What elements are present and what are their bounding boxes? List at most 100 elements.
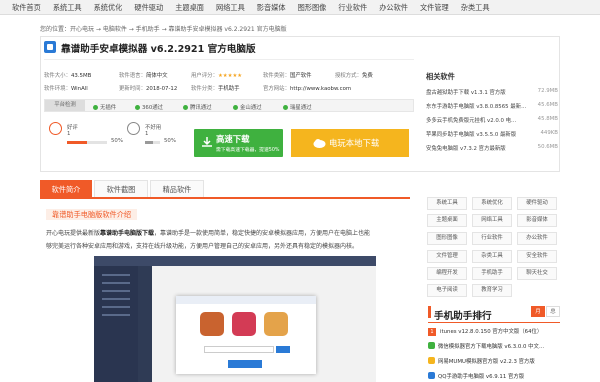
- meta-update-date: 更新时间：2018-07-12: [119, 86, 178, 92]
- app-logo-icon: [44, 41, 56, 53]
- rank-tab-month[interactable]: 月: [531, 306, 545, 317]
- intro-paragraph-line1: 开心电玩提供最新版靠谱助手电脑版下载，靠谱助手是一款使用简单，稳定快捷的安卓模拟…: [46, 230, 371, 237]
- related-item[interactable]: 多多云手机免费版元挂机 v2.0.0 电... 45.8MB: [426, 116, 558, 124]
- top-navigation: 软件首页 系统工具 系统优化 硬件驱动 主题桌面 网络工具 影音媒体 图形图像 …: [0, 0, 600, 15]
- category-item[interactable]: 主题桌面: [427, 214, 467, 227]
- check-icon: [183, 105, 188, 110]
- ranking-divider: [428, 322, 560, 323]
- tab-intro[interactable]: 软件简介: [40, 180, 92, 197]
- screenshot-search-button: [276, 346, 290, 353]
- nav-office[interactable]: 办公软件: [373, 0, 414, 14]
- game-icon: [200, 312, 224, 336]
- category-item[interactable]: 办公软件: [517, 232, 557, 245]
- check-rising: 瑞星通过: [283, 103, 312, 111]
- screenshot-titlebar: [94, 256, 376, 266]
- meta-category: 软件类别：国产软件: [263, 73, 312, 79]
- tab-featured[interactable]: 精品软件: [150, 180, 204, 197]
- intro-paragraph-line2: 够完美运行各种安卓应用和游戏，支持在线升级功能，方便用户管理自己的安卓应用，另外…: [46, 243, 359, 250]
- category-item[interactable]: 杂类工具: [472, 250, 512, 263]
- software-info-box: 靠谱助手安卓模拟器 v6.2.2921 官方电脑版 软件大小：43.5MB 软件…: [40, 36, 560, 172]
- nav-drivers[interactable]: 硬件驱动: [128, 0, 169, 14]
- game-icon: [232, 312, 256, 336]
- local-download-button[interactable]: 电玩本地下载: [291, 129, 409, 157]
- check-icon: [233, 105, 238, 110]
- good-vote-percent: 50%: [111, 138, 123, 144]
- download-icon: [202, 137, 212, 147]
- ranking-item[interactable]: 微信模拟器官方下载电脑版 v6.3.0.0 中文...: [428, 342, 560, 350]
- ranking-item[interactable]: 网易MUMU模拟器官方版 v2.2.3 官方版: [428, 357, 560, 365]
- good-vote-label: 好评: [67, 125, 78, 131]
- section-title: 靠谱助手电脑版软件介绍: [46, 209, 138, 220]
- bad-vote-fill: [145, 141, 153, 144]
- screenshot-sidebar: [94, 266, 138, 382]
- nav-system-optimize[interactable]: 系统优化: [88, 0, 129, 14]
- meta-license: 授权方式：免费: [335, 73, 373, 79]
- related-item[interactable]: 安兔兔电脑版 v7.3.2 官方最新版 50.6MB: [426, 144, 558, 152]
- tab-screenshots[interactable]: 软件截图: [94, 180, 148, 197]
- related-item[interactable]: 盘古越狱助手下载 v1.3.1 官方版 72.9MB: [426, 88, 558, 96]
- ranking-item[interactable]: 1 itunes v12.8.0.150 官方中文版（64位）: [428, 327, 560, 336]
- nav-media[interactable]: 影音媒体: [251, 0, 292, 14]
- category-item[interactable]: 行业软件: [472, 232, 512, 245]
- category-item[interactable]: 编程开发: [427, 267, 467, 280]
- nav-system-tools[interactable]: 系统工具: [47, 0, 88, 14]
- good-vote-fill: [67, 141, 87, 144]
- app-icon: [428, 342, 435, 349]
- platform-check-label: 平台检测: [45, 100, 85, 111]
- app-icon: [428, 357, 435, 364]
- bad-vote-label: 不好用: [145, 125, 162, 131]
- meta-homepage[interactable]: 官方网站：http://www.kaobw.com: [263, 84, 351, 92]
- smile-face-icon[interactable]: [49, 122, 62, 135]
- category-item[interactable]: 安全软件: [517, 250, 557, 263]
- ranking-item[interactable]: QQ手游助手电脑版 v6.9.11 官方版: [428, 372, 560, 380]
- nav-industry[interactable]: 行业软件: [332, 0, 373, 14]
- nav-misc[interactable]: 杂类工具: [455, 0, 496, 14]
- bad-vote-percent: 50%: [164, 138, 176, 144]
- category-item[interactable]: 电子阅读: [427, 284, 467, 297]
- nav-network[interactable]: 网络工具: [210, 0, 251, 14]
- good-vote-bar: [67, 141, 107, 144]
- nav-home[interactable]: 软件首页: [6, 0, 47, 14]
- meta-size: 软件大小：43.5MB: [44, 73, 92, 79]
- category-item[interactable]: 聊天社交: [517, 267, 557, 280]
- check-no-plugin: 无插件: [93, 103, 116, 111]
- related-item[interactable]: 苹果同步助手电脑版 v3.5.5.0 最新版 449KB: [426, 130, 558, 138]
- screenshot-input: [204, 346, 274, 353]
- category-item[interactable]: 文件管理: [427, 250, 467, 263]
- cloud-icon: [313, 139, 326, 148]
- game-icon: [264, 312, 288, 336]
- security-check-bar: 平台检测 无插件 360通过 腾讯通过 金山通过 瑞星通过: [44, 99, 414, 112]
- category-item[interactable]: 系统优化: [472, 197, 512, 210]
- check-360: 360通过: [135, 103, 163, 111]
- nav-themes[interactable]: 主题桌面: [169, 0, 210, 14]
- category-item[interactable]: 硬件驱动: [517, 197, 557, 210]
- screenshot-dialog: [176, 296, 316, 374]
- app-icon: [428, 372, 435, 379]
- divider: [44, 59, 414, 60]
- rank-number: 1: [428, 328, 436, 336]
- rank-title-marker: [428, 306, 431, 318]
- nav-graphics[interactable]: 图形图像: [292, 0, 333, 14]
- screenshot-ok-button: [228, 360, 262, 368]
- bad-vote-count: 1: [145, 131, 149, 137]
- category-item[interactable]: 影音媒体: [517, 214, 557, 227]
- related-title: 相关软件: [426, 72, 455, 81]
- category-item[interactable]: 系统工具: [427, 197, 467, 210]
- meta-rating: 用户评分：★★★★★: [191, 73, 243, 79]
- nav-file-manage[interactable]: 文件管理: [414, 0, 455, 14]
- meta-environment: 软件环境：WinAll: [44, 86, 88, 92]
- related-item[interactable]: 东东手游助手电脑版 v3.8.0.8565 最新... 45.6MB: [426, 102, 558, 110]
- category-item[interactable]: 网络工具: [472, 214, 512, 227]
- check-tencent: 腾讯通过: [183, 103, 212, 111]
- content-tabs: 软件简介 软件截图 精品软件: [40, 180, 410, 199]
- category-item[interactable]: 手机助手: [472, 267, 512, 280]
- check-kingsoft: 金山通过: [233, 103, 262, 111]
- fast-download-button[interactable]: 高速下载 需下载高速下载器，提速50%: [194, 129, 283, 157]
- category-item[interactable]: 教育学习: [472, 284, 512, 297]
- breadcrumb[interactable]: 您的位置：开心电玩 → 电脑软件 → 手机助手 → 靠谱助手安卓模拟器 v6.2…: [40, 24, 287, 33]
- bad-vote-bar: [145, 141, 160, 144]
- page-title: 靠谱助手安卓模拟器 v6.2.2921 官方电脑版: [61, 44, 256, 55]
- rank-tab-total[interactable]: 总: [546, 306, 560, 317]
- sad-face-icon[interactable]: [127, 122, 140, 135]
- category-item[interactable]: 图形图像: [427, 232, 467, 245]
